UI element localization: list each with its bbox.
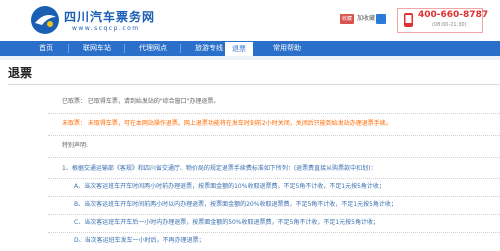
rule-item: 1、根据交通运输部《客规》和四川省交通厅、物价局的规定退票手续费标准如下所列：(… [62, 165, 377, 172]
rule-item: A、当次客运班车开车时间两小时前办理退票，按票面金额的10%收取退票费，不足5角… [74, 183, 385, 190]
favorite-link[interactable]: 加收藏 [357, 14, 375, 24]
brand-name[interactable]: 四川汽车票务网 [64, 8, 155, 25]
nav-item-home[interactable]: 首页 [26, 41, 66, 56]
title-divider [8, 84, 500, 85]
logo-icon[interactable] [30, 5, 60, 35]
section-divider [48, 113, 500, 114]
nav-divider [180, 44, 181, 53]
site-domain: www.scqcp.com [72, 25, 140, 32]
nav-item-help[interactable]: 常用帮助 [262, 41, 312, 56]
favorite-badge[interactable]: 收藏 [340, 14, 355, 24]
page-title: 退票 [8, 66, 33, 80]
rule-item: B、当次客运班车开车时间前两小时以内办理退票，按票面金额的20%收取退票费，不足… [74, 201, 397, 208]
content-top-strip [0, 56, 500, 60]
nav-divider [68, 44, 69, 53]
nav-item-stations[interactable]: 联网车站 [72, 41, 122, 56]
rule-item: D、当次客运班车发车一小时后，不再办理退票； [74, 237, 205, 244]
nav-divider [124, 44, 125, 53]
section-divider [48, 135, 500, 136]
section-divider [48, 157, 500, 158]
untaken-ticket-note: 未取票： 未取得车票，可在本网站操作退票。网上退票功能将在发车时刻前2小时关闭，… [62, 120, 392, 127]
section-divider [48, 196, 500, 197]
section-divider [48, 232, 500, 233]
hotline-phone: 400-660-8787 [418, 10, 489, 20]
nav-item-agents[interactable]: 代理网点 [128, 41, 178, 56]
section-divider [48, 214, 500, 215]
section-divider [48, 178, 500, 179]
rule-item: C、当次客运班车开车后一小时内办理退票，按票面金额的50%收取退票费，不足5角不… [74, 219, 379, 226]
nav-item-refund[interactable]: 退票 [224, 41, 254, 56]
home-icon[interactable] [376, 14, 386, 24]
phone-icon [404, 13, 413, 27]
special-note-heading: 特别声明: [62, 142, 89, 149]
hotline-hours: (08:00-21:30) [432, 22, 467, 28]
taken-ticket-note: 已取票： 已取得车票，请到始发站的"综合窗口"办理退票。 [62, 98, 220, 105]
